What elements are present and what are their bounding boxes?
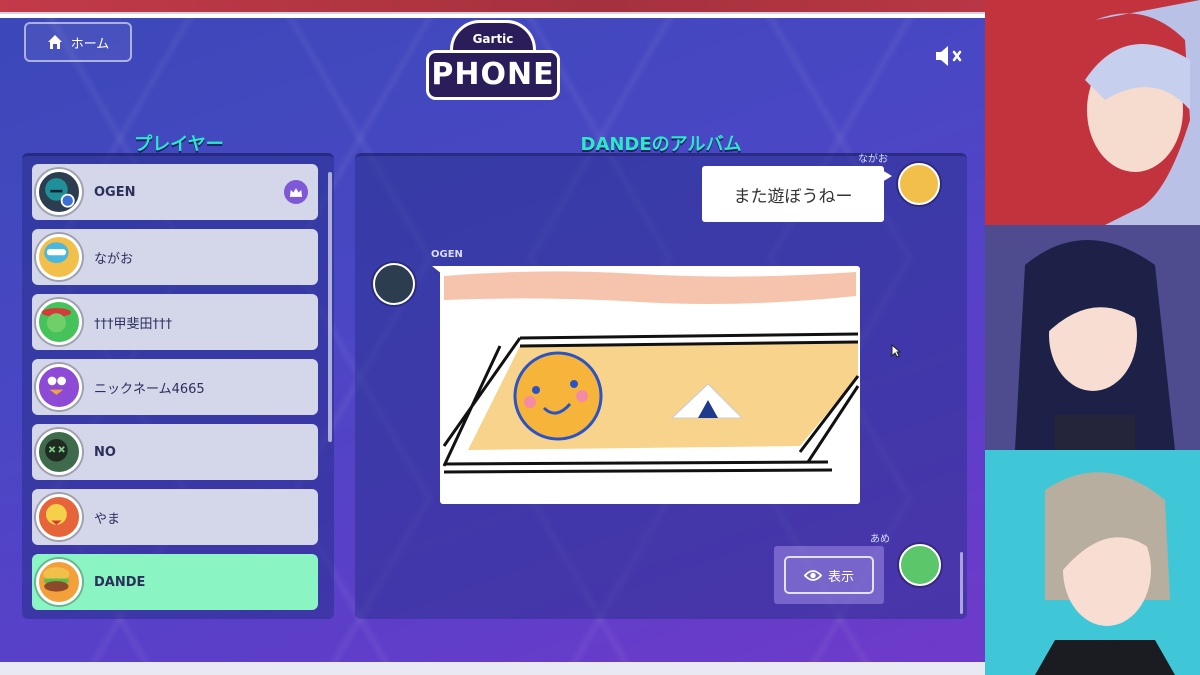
player-item[interactable]: やま [32,489,318,545]
show-button[interactable]: 表示 [784,556,874,594]
author-avatar [373,263,415,305]
hidden-entry: 表示 [774,546,884,604]
player-name: NO [94,444,116,460]
home-icon [47,35,62,49]
player-item[interactable]: NO [32,424,318,480]
player-avatar [36,299,82,345]
player-item[interactable]: ながお [32,229,318,285]
drawing-canvas [442,271,860,474]
player-avatar [36,494,82,540]
webcam-feed-1 [985,0,1200,225]
logo-bottom-text: PHONE [426,50,560,100]
home-button[interactable]: ホーム [24,22,132,62]
player-name: ニックネーム4665 [94,381,205,397]
author-avatar [899,544,941,586]
mute-icon[interactable] [934,44,966,68]
player-avatar [36,429,82,475]
player-name: †††甲斐田††† [94,316,173,332]
eye-icon [803,569,822,581]
gartic-phone-logo: Gartic PHONE [426,20,560,104]
player-item[interactable]: DANDE [32,554,318,610]
player-item[interactable]: ニックネーム4665 [32,359,318,415]
player-name: やま [94,511,121,527]
home-label: ホーム [70,36,110,52]
host-crown-icon [284,180,308,204]
players-scrollbar[interactable] [328,172,332,442]
webcam-feed-3 [985,450,1200,675]
player-avatar [36,364,82,410]
entry-author: OGEN [431,249,463,260]
footer-strip [0,662,985,675]
mouse-cursor-icon [891,344,901,358]
player-item[interactable]: †††甲斐田††† [32,294,318,350]
show-label: 表示 [827,569,854,585]
entry-author: ながお [858,154,888,165]
player-name: ながお [94,251,134,267]
player-avatar [36,169,82,215]
album-scrollbar[interactable] [960,552,963,614]
entry-author: あめ [870,534,890,545]
webcam-feed-2 [985,225,1200,450]
entry-text: また遊ぼうねー [733,186,853,207]
text-entry-bubble: また遊ぼうねー [702,166,892,222]
player-name: OGEN [94,184,136,200]
drawing-entry [432,266,860,504]
player-avatar [36,559,82,605]
player-avatar [36,234,82,280]
player-name: DANDE [94,574,146,590]
player-item[interactable]: OGEN [32,164,318,220]
players-list: OGEN ながお †††甲斐田††† ニックネーム4665 NO やま DAND… [22,153,334,619]
author-avatar [898,163,940,205]
